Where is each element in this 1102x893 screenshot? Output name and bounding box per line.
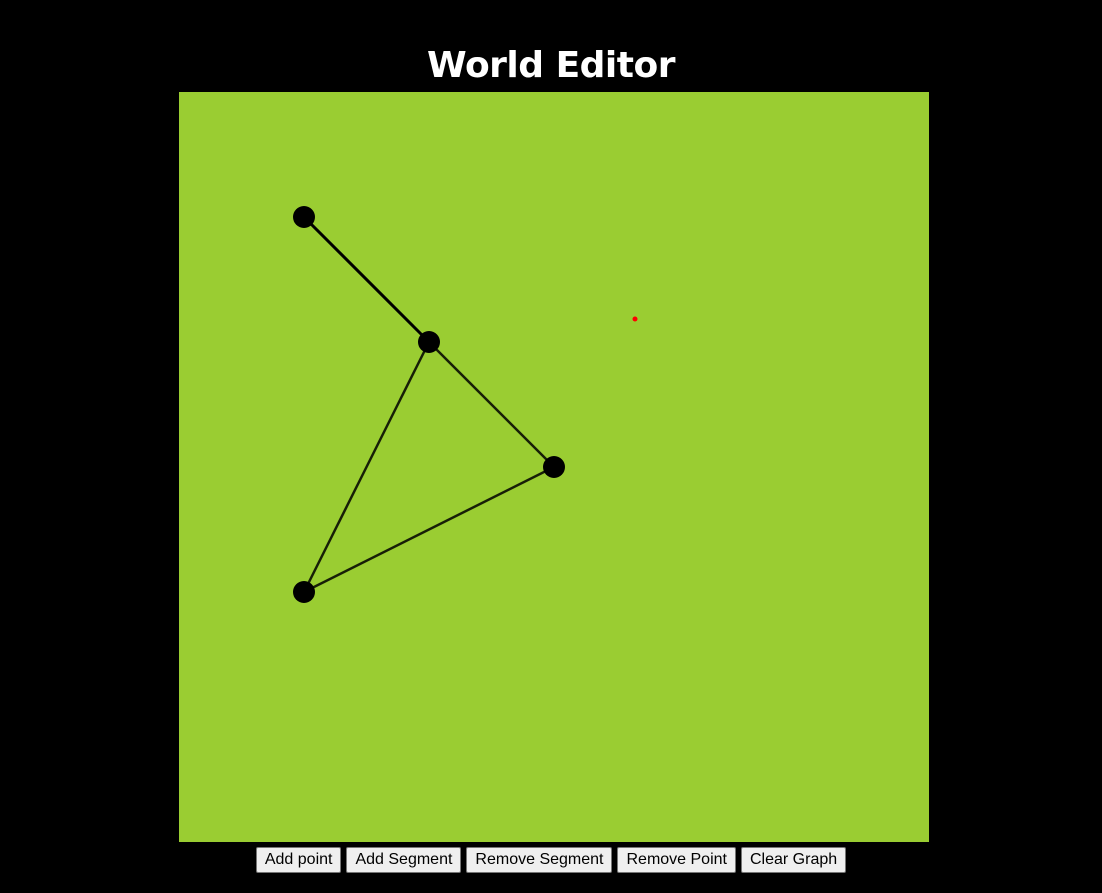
graph-point[interactable]: [543, 456, 565, 478]
remove-point-button[interactable]: Remove Point: [617, 847, 736, 873]
segment[interactable]: [303, 465, 555, 594]
world-canvas[interactable]: [179, 92, 929, 842]
segment[interactable]: [302, 215, 431, 344]
graph-svg[interactable]: [179, 92, 929, 842]
clear-graph-button[interactable]: Clear Graph: [740, 847, 847, 873]
points: [293, 206, 565, 603]
graph-point[interactable]: [293, 581, 315, 603]
segments: [302, 215, 555, 594]
segment[interactable]: [302, 341, 431, 593]
graph-point[interactable]: [418, 331, 440, 353]
remove-segment-button[interactable]: Remove Segment: [466, 847, 613, 873]
add-segment-button[interactable]: Add Segment: [346, 847, 462, 873]
graph-point[interactable]: [293, 206, 315, 228]
toolbar: Add point Add Segment Remove Segment Rem…: [0, 847, 1102, 873]
cursor-dot: [632, 316, 638, 322]
segment[interactable]: [428, 341, 555, 468]
page-title: World Editor: [427, 45, 675, 87]
add-point-button[interactable]: Add point: [255, 847, 342, 873]
